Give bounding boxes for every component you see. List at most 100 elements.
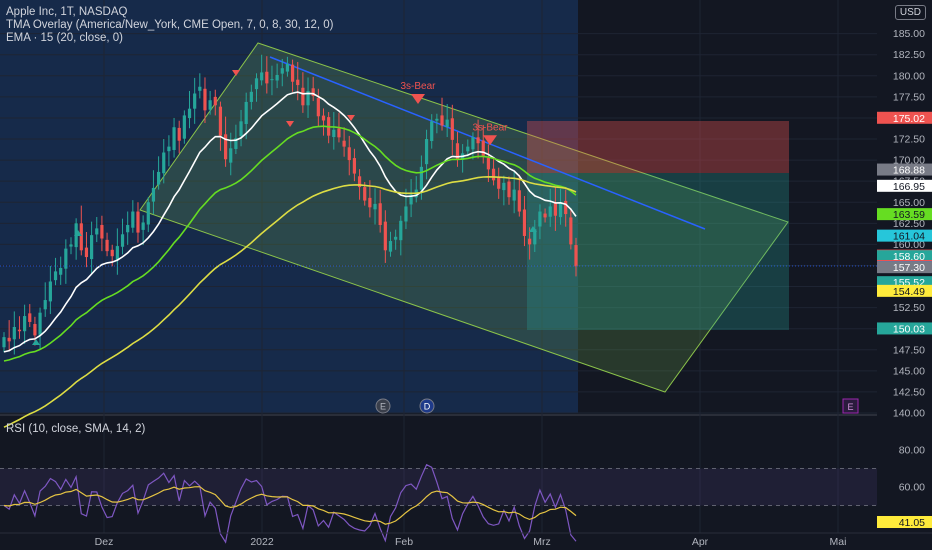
rsi-label[interactable]: RSI (10, close, SMA, 14, 2) [6,422,145,436]
candle-body [347,147,351,161]
candle-body [574,245,578,267]
candle-body [95,228,99,235]
candle-body [213,96,217,106]
candle-body [59,268,63,275]
event-letter: D [424,402,431,412]
time-tick-label: Mrz [533,536,551,548]
candle-body [290,64,295,82]
candle-body [528,238,532,245]
price-label: 150.03 [893,323,925,335]
rsi-tick-label: 80.00 [899,445,925,457]
candle-body [218,106,223,136]
rsi-tick-label: 60.00 [899,482,925,494]
candle-body [126,225,130,233]
candle-body [167,146,171,152]
candle-body [100,225,104,239]
price-tick-label: 140.00 [893,408,925,420]
signal-label: 3s-Bear [472,122,508,133]
candle-body [33,323,37,336]
candle-body [440,115,444,126]
indicator-ema[interactable]: EMA · 15 (20, close, 0) [6,31,123,45]
candle-body [445,119,449,127]
price-label: 154.49 [893,286,925,298]
candle-body [543,213,547,218]
candle-body [28,313,32,322]
indicator-tma-overlay[interactable]: TMA Overlay (America/New_York, CME Open,… [6,18,333,32]
candle-body [182,115,186,139]
price-tick-label: 165.00 [893,197,925,209]
candle-body [12,327,16,340]
candle-body [53,271,58,281]
price-label: 166.95 [893,181,925,193]
candle-body [424,139,429,165]
time-tick-label: Mai [830,536,847,548]
candle-body [430,121,434,142]
candle-body [120,234,125,247]
time-tick-label: Apr [692,536,709,548]
candle-body [162,152,166,174]
candle-body [136,211,140,233]
stop-loss-zone [527,121,789,173]
candle-body [337,128,341,138]
candle-body [229,148,233,163]
candle-body [198,86,202,91]
candle-body [548,206,552,217]
candle-body [388,241,393,252]
time-tick-label: Dez [95,536,114,548]
candle-body [43,300,47,310]
price-label: 157.30 [893,262,925,274]
candle-body [254,78,259,90]
candle-body [419,166,424,190]
price-tick-label: 180.00 [893,70,925,82]
candle-body [172,127,176,150]
candle-body [270,79,274,81]
candle-body [105,239,109,252]
candle-body [466,146,470,152]
candle-body [249,91,253,102]
candle-body [296,79,300,86]
price-tick-label: 182.50 [893,49,925,61]
take-profit-zone [527,173,789,330]
candle-body [394,236,398,240]
candle-body [486,157,490,170]
candle-body [476,137,480,144]
price-tick-label: 152.50 [893,302,925,314]
candle-body [203,88,207,111]
candle-body [84,247,89,258]
candle-body [378,203,382,226]
candle-body [151,187,156,202]
candle-body [316,98,320,117]
candle-body [146,202,150,225]
price-label: 163.59 [893,209,925,221]
candle-body [48,281,52,302]
candle-body [280,68,284,74]
candle-body [512,189,516,201]
candle-body [502,182,506,191]
candle-body [481,140,485,156]
candle-body [342,140,346,147]
candle-body [538,211,542,227]
price-label: 168.88 [893,165,925,177]
rsi-value-label: 41.05 [899,517,925,529]
price-axis: 185.00182.50180.00177.50175.00172.50170.… [877,0,932,550]
signal-label: 3s-Bear [400,81,436,92]
candle-body [564,200,568,215]
price-tick-label: 185.00 [893,28,925,40]
candle-body [450,118,454,140]
candle-body [404,206,408,222]
candle-body [7,337,11,342]
candle-body [285,63,290,72]
candle-body [187,108,192,119]
candle-body [79,223,83,251]
candle-body [2,337,6,348]
price-label: 175.02 [893,113,925,125]
candle-body [17,329,22,332]
event-letter: E [847,402,853,412]
candle-body [435,118,439,121]
candle-body [352,158,357,174]
candle-body [517,190,521,212]
candle-body [156,171,161,185]
candle-body [368,197,372,208]
candle-body [497,176,501,189]
currency-badge[interactable]: USD [894,5,926,20]
